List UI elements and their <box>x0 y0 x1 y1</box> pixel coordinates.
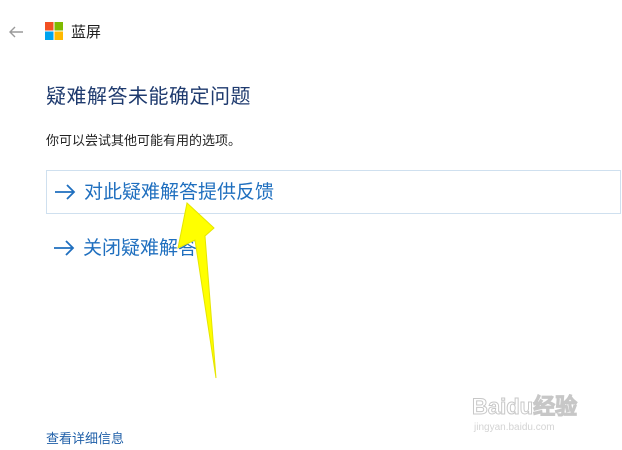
right-arrow-icon <box>54 240 75 256</box>
page-title: 疑难解答未能确定问题 <box>46 84 251 108</box>
watermark-text: Baidu经验 <box>472 394 577 419</box>
baidu-watermark-logo: Baidu经验 jingyan.baidu.com <box>472 394 578 434</box>
page-description: 你可以尝试其他可能有用的选项。 <box>46 134 242 149</box>
action-label: 对此疑难解答提供反馈 <box>84 181 275 203</box>
yellow-arrow-annotation <box>177 202 217 379</box>
watermark-url: jingyan.baidu.com <box>473 422 555 433</box>
app-title: 蓝屏 <box>71 23 102 41</box>
action-label: 关闭疑难解答 <box>83 237 198 259</box>
right-arrow-icon <box>55 184 76 200</box>
windows-logo-icon <box>45 22 63 40</box>
close-troubleshooter-button[interactable]: 关闭疑难解答 <box>46 226 197 270</box>
back-arrow-icon <box>9 26 23 38</box>
view-details-link[interactable]: 查看详细信息 <box>46 431 124 449</box>
back-button[interactable] <box>6 22 26 42</box>
feedback-action-button[interactable]: 对此疑难解答提供反馈 <box>46 170 621 214</box>
troubleshooter-window: 蓝屏 疑难解答未能确定问题 你可以尝试其他可能有用的选项。 对此疑难解答提供反馈… <box>0 0 622 450</box>
